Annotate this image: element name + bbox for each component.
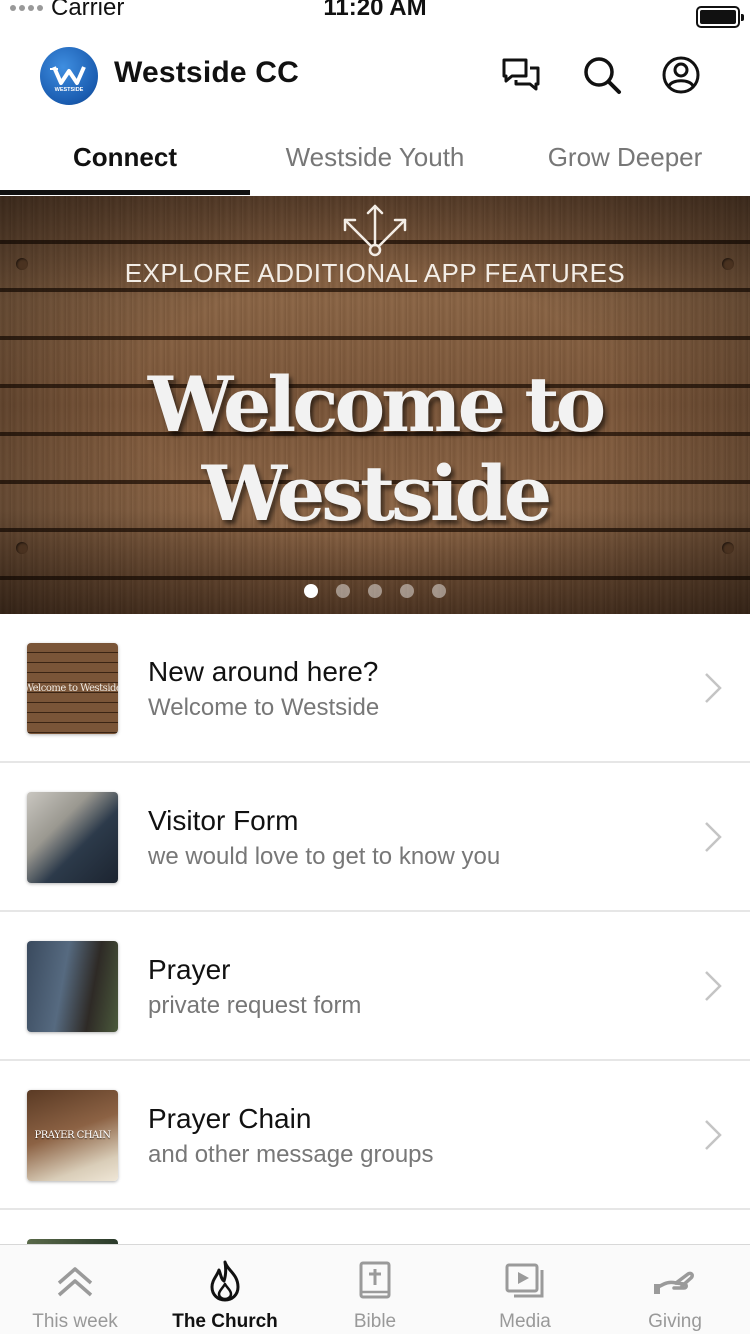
- list-item-prayer[interactable]: Prayer private request form: [0, 912, 750, 1061]
- nav-the-church[interactable]: The Church: [150, 1245, 300, 1334]
- chevron-right-icon: [705, 822, 722, 852]
- explore-arrows-icon: [343, 204, 407, 257]
- media-icon: [503, 1259, 547, 1303]
- giving-icon: [653, 1259, 697, 1303]
- hero-banner[interactable]: EXPLORE ADDITIONAL APP FEATURES Welcome …: [0, 196, 750, 614]
- connect-list: Welcome to Westside New around here? Wel…: [0, 614, 750, 1251]
- item-subtitle: we would love to get to know you: [148, 843, 501, 870]
- app-header: WESTSIDE Westside CC: [0, 40, 750, 116]
- app-title: Westside CC: [114, 56, 300, 89]
- church-logo: WESTSIDE: [40, 47, 98, 105]
- chevrons-up-icon: [53, 1259, 97, 1303]
- bottom-nav: This week The Church Bible Media Giving: [0, 1244, 750, 1334]
- nav-label: Media: [499, 1311, 551, 1332]
- logo-text: WESTSIDE: [55, 87, 84, 93]
- thumbnail-caption: PRAYER CHAIN: [34, 1130, 111, 1141]
- nav-label: Bible: [353, 1311, 397, 1332]
- thumbnail-handshake: [27, 792, 118, 883]
- carousel-dot[interactable]: [432, 584, 446, 598]
- carousel-dots: [0, 584, 750, 598]
- item-title: Prayer: [148, 954, 231, 985]
- tab-indicator: [0, 190, 250, 195]
- nav-label: The Church: [172, 1311, 278, 1332]
- list-item-prayer-chain[interactable]: PRAYER CHAIN Prayer Chain and other mess…: [0, 1061, 750, 1210]
- explore-features-label: EXPLORE ADDITIONAL APP FEATURES: [124, 258, 626, 288]
- carousel-dot[interactable]: [304, 584, 318, 598]
- nav-media[interactable]: Media: [450, 1245, 600, 1334]
- tab-grow-deeper[interactable]: Grow Deeper: [500, 118, 750, 196]
- list-item-new-around-here[interactable]: Welcome to Westside New around here? Wel…: [0, 614, 750, 763]
- nail-decoration: [16, 542, 28, 554]
- item-subtitle: Welcome to Westside: [148, 694, 380, 721]
- item-subtitle: private request form: [148, 992, 362, 1019]
- nav-bible[interactable]: Bible: [300, 1245, 450, 1334]
- nav-giving[interactable]: Giving: [600, 1245, 750, 1334]
- profile-icon[interactable]: [659, 53, 703, 97]
- chevron-right-icon: [705, 673, 722, 703]
- nav-this-week[interactable]: This week: [0, 1245, 150, 1334]
- thumbnail-prayer-chain: PRAYER CHAIN: [27, 1090, 118, 1181]
- carousel-dot[interactable]: [368, 584, 382, 598]
- tab-bar: Connect Westside Youth Grow Deeper: [0, 118, 750, 196]
- welcome-headline: Welcome to Westside: [147, 360, 606, 538]
- status-time: 11:20 AM: [323, 0, 427, 21]
- list-item-visitor-form[interactable]: Visitor Form we would love to get to kno…: [0, 763, 750, 912]
- carousel-dot[interactable]: [400, 584, 414, 598]
- battery-icon: [696, 6, 744, 28]
- bible-icon: [353, 1259, 397, 1303]
- tab-westside-youth[interactable]: Westside Youth: [250, 118, 500, 196]
- nav-label: Giving: [648, 1311, 702, 1332]
- thumbnail-welcome: Welcome to Westside: [27, 643, 118, 734]
- nail-decoration: [722, 542, 734, 554]
- item-subtitle: and other message groups: [148, 1141, 434, 1168]
- chat-icon[interactable]: [499, 53, 543, 97]
- carousel-dot[interactable]: [336, 584, 350, 598]
- search-icon[interactable]: [580, 53, 624, 97]
- flame-icon: [203, 1259, 247, 1303]
- tab-connect[interactable]: Connect: [0, 118, 250, 196]
- item-title: New around here?: [148, 656, 379, 687]
- item-title: Prayer Chain: [148, 1103, 312, 1134]
- thumbnail-caption: Welcome to Westside: [27, 683, 118, 694]
- item-title: Visitor Form: [148, 805, 299, 836]
- chevron-right-icon: [705, 1120, 722, 1150]
- status-bar: Carrier 11:20 AM: [0, 0, 750, 34]
- chevron-right-icon: [705, 971, 722, 1001]
- nav-label: This week: [32, 1311, 118, 1332]
- thumbnail-holding-hands: [27, 941, 118, 1032]
